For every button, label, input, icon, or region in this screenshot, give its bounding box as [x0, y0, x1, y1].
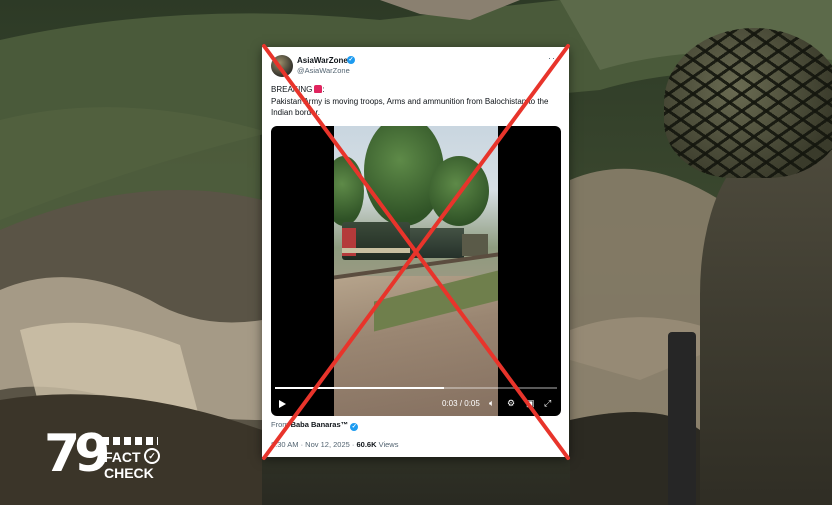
verified-badge-icon: ✓	[350, 423, 359, 431]
video-attribution: From Baba Banaras™ ✓	[271, 420, 359, 431]
tweet-text: BREAKING: Pakistan Army is moving troops…	[271, 84, 563, 119]
logo-word-fact: FACT	[104, 449, 141, 465]
soldier-helmet	[664, 28, 832, 178]
video-progress-fill	[275, 387, 445, 389]
fact-check-logo: 79 FACT CHECK ✓	[44, 428, 160, 484]
tweet-body: Pakistan Army is moving troops, Arms and…	[271, 96, 549, 118]
soldier-figure	[700, 150, 832, 505]
video-frame[interactable]	[334, 126, 498, 416]
breaking-colon: :	[322, 85, 325, 94]
locomotive-stripe	[342, 248, 410, 253]
user-handle[interactable]: @AsiaWarZone	[297, 66, 350, 75]
more-options-icon[interactable]: ···	[548, 53, 560, 63]
timestamp[interactable]: 8:30 AM · Nov 12, 2025 ·	[271, 440, 354, 449]
wagon	[462, 234, 488, 256]
tree	[429, 156, 489, 226]
video-progress-bar[interactable]	[275, 387, 557, 389]
logo-number: 79	[44, 424, 110, 484]
display-name[interactable]: AsiaWarZone	[297, 56, 348, 65]
views-label: Views	[378, 440, 399, 449]
video-time: 0:03 / 0:05	[442, 399, 480, 408]
verified-badge-icon: ✓	[347, 56, 355, 64]
locomotive	[342, 222, 410, 260]
play-icon[interactable]	[279, 400, 286, 408]
volume-icon[interactable]: 🔈︎	[489, 398, 494, 408]
rifle	[668, 332, 696, 505]
views-count: 60.6K	[356, 440, 377, 449]
avatar[interactable]	[271, 55, 293, 77]
video-player[interactable]: 0:03 / 0:05 🔈︎ ⚙︎ ▣ ⤢	[271, 126, 561, 416]
from-account[interactable]: Baba Banaras™	[291, 420, 349, 429]
breaking-label: BREAKING	[271, 85, 313, 94]
settings-gear-icon[interactable]: ⚙︎	[507, 398, 515, 408]
logo-crenellation	[102, 437, 158, 445]
tweet-card: AsiaWarZone ✓ @AsiaWarZone ··· BREAKING:…	[262, 47, 569, 457]
tweet-meta: 8:30 AM · Nov 12, 2025 · 60.6K Views	[271, 440, 398, 449]
second-locomotive	[410, 228, 464, 258]
fullscreen-icon[interactable]: ⤢	[544, 398, 551, 408]
logo-word-check: CHECK	[104, 465, 154, 481]
checkmark-icon: ✓	[144, 448, 160, 464]
from-prefix: From	[271, 420, 289, 429]
picture-in-picture-icon[interactable]: ▣	[526, 398, 535, 408]
tree	[334, 156, 364, 226]
